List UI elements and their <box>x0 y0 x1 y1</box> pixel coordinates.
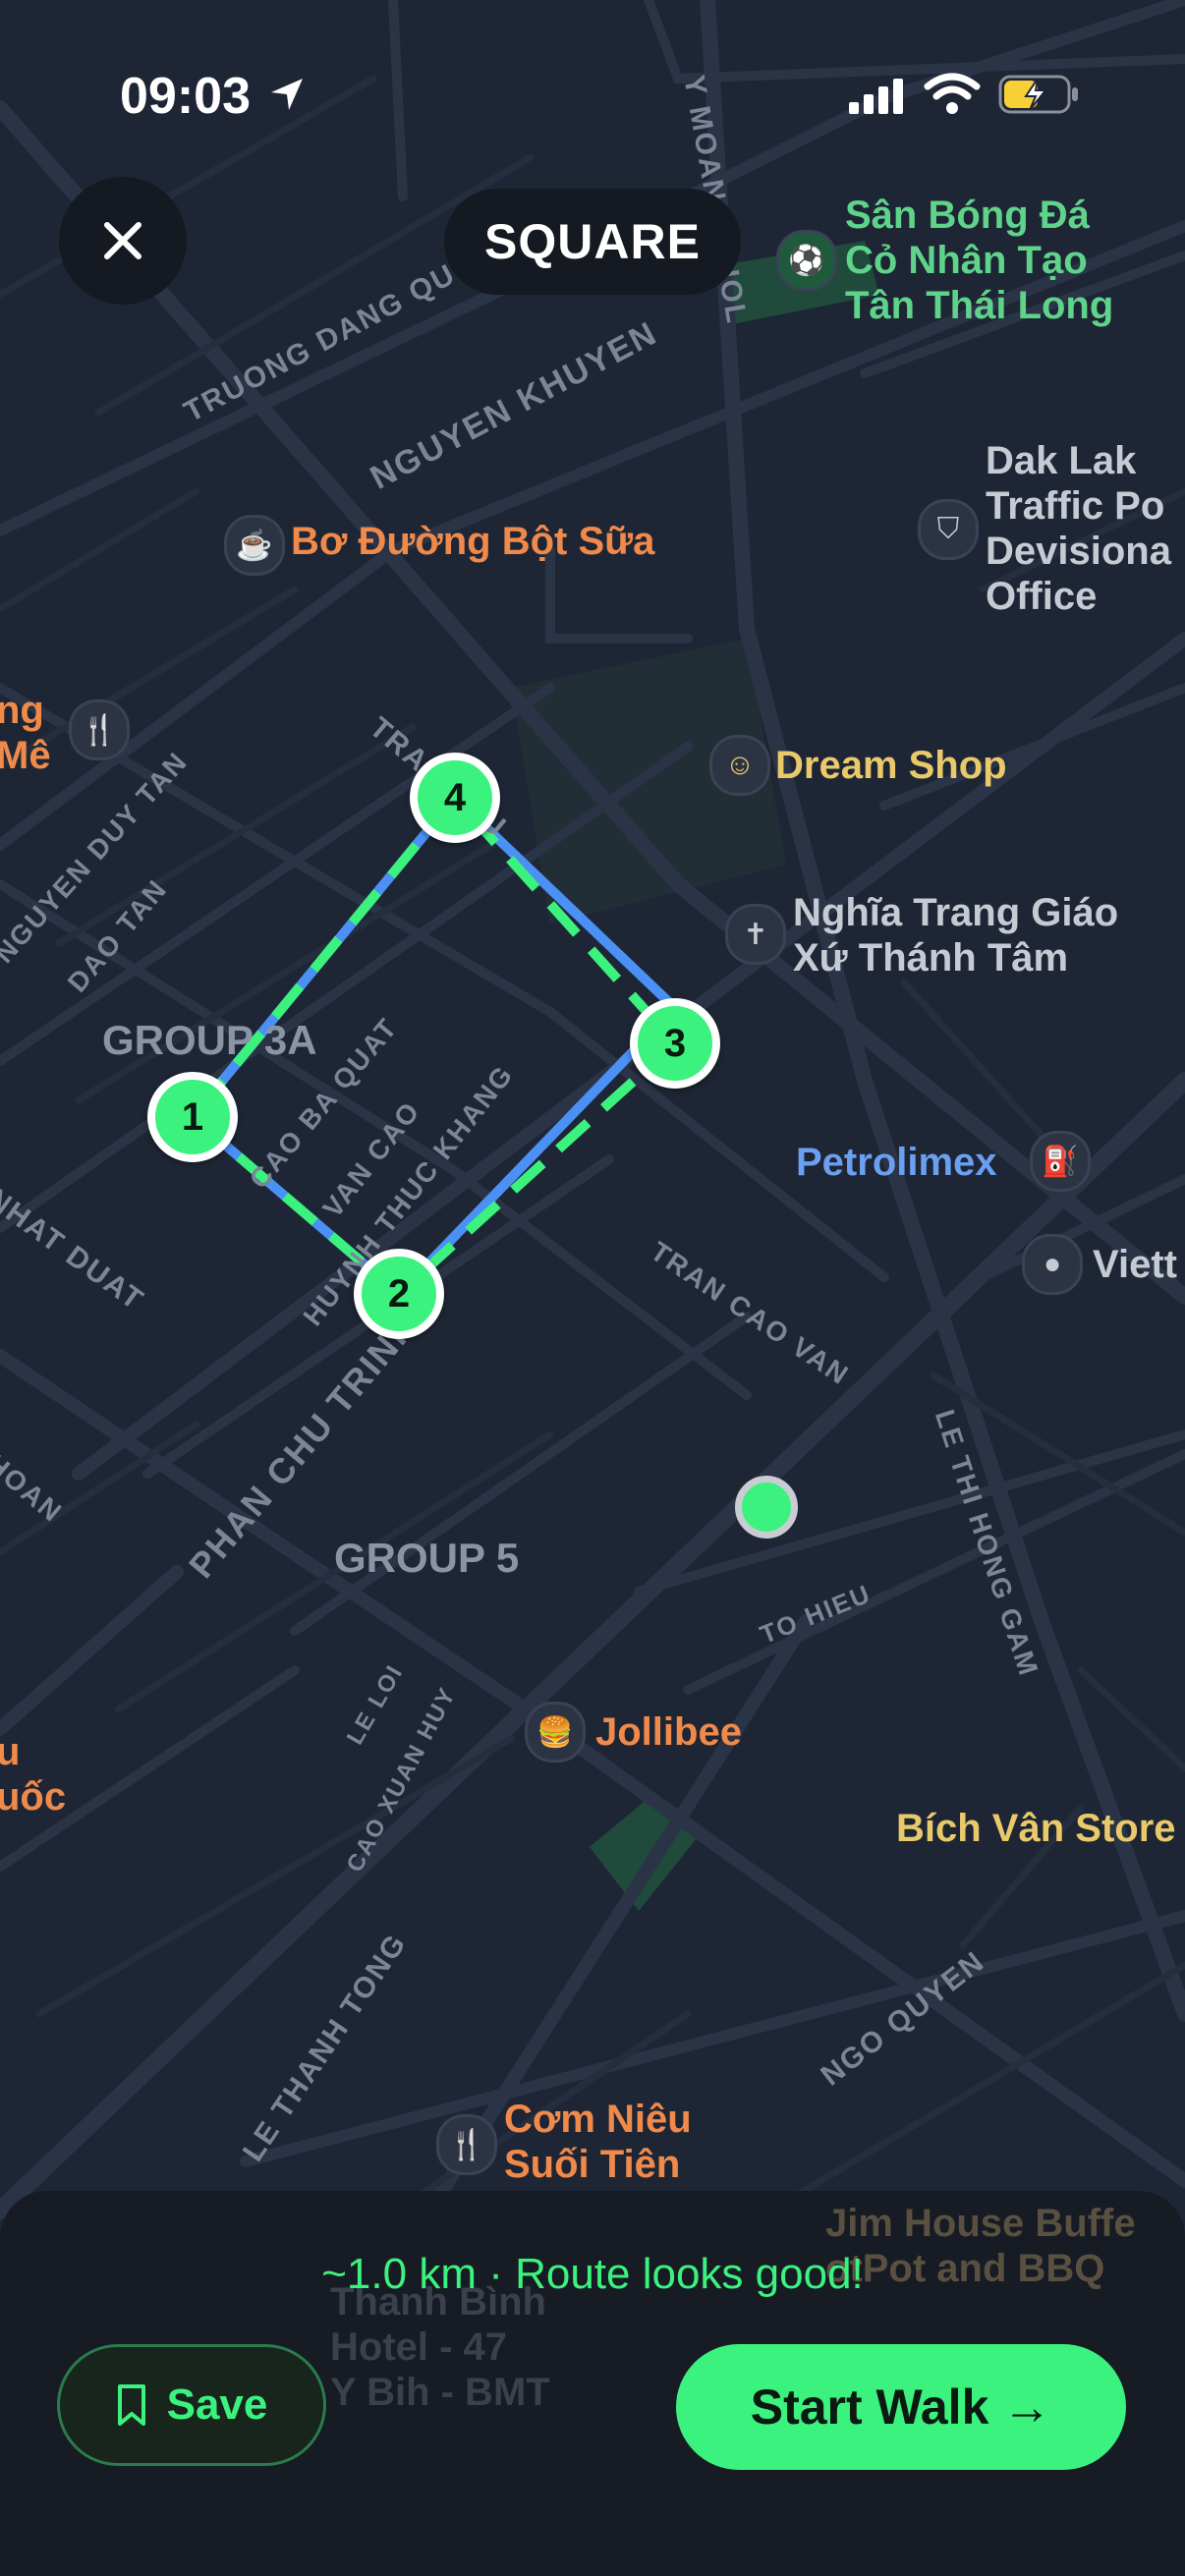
status-bar: 09:03 <box>0 59 1185 138</box>
poi-label-line: Xứ Thánh Tâm <box>793 936 1069 980</box>
poi-label-line: uốc <box>0 1775 67 1819</box>
poi-jollibee[interactable]: Jollibee <box>595 1709 742 1755</box>
location-arrow-icon <box>271 79 303 110</box>
poi-label-line: Devisiona <box>986 530 1171 573</box>
waypoint-marker[interactable]: 4 <box>410 753 500 843</box>
poi-label-line: Y Bih - BMT <box>330 2371 550 2414</box>
poi-label-line: Jim House Buffe <box>825 2202 1136 2245</box>
poi-label-line: Nghĩa Trang Giáo <box>793 891 1119 934</box>
poi-label-line: Hotel - 47 <box>330 2325 508 2369</box>
poi-label-line: Suối Tiên <box>504 2143 681 2186</box>
poi-thanh-binh-behind: Thanh Bình Hotel - 47 Y Bih - BMT <box>330 2279 550 2415</box>
battery-charging-icon <box>998 75 1078 114</box>
save-button[interactable]: Save <box>57 2344 326 2466</box>
restaurant-icon[interactable]: 🍴 <box>69 700 130 760</box>
poi-cemetery[interactable]: Nghĩa Trang Giáo Xứ Thánh Tâm <box>793 890 1118 980</box>
poi-label-line: Mê <box>0 734 51 777</box>
poi-com-nieu-suoi-tien[interactable]: Cơm Niêu Suối Tiên <box>504 2097 692 2187</box>
bookmark-icon <box>117 2384 145 2426</box>
route-bottom-sheet: Jim House Buffe otPot and BBQ Thanh Bình… <box>0 2191 1185 2576</box>
poi-label-line: Tân Thái Long <box>845 284 1114 327</box>
poi-partial-left-2[interactable]: u uốc <box>0 1729 66 1820</box>
poi-label-line: Dak Lak <box>986 439 1137 482</box>
poi-petrolimex[interactable]: Petrolimex <box>796 1140 997 1185</box>
poi-label-line: Sân Bóng Đá <box>845 194 1090 237</box>
close-icon <box>104 222 141 259</box>
start-walk-button[interactable]: Start Walk → <box>676 2344 1126 2470</box>
place-icon[interactable]: ● <box>1022 1234 1083 1295</box>
poi-label-line: Cơm Niêu <box>504 2098 692 2141</box>
robot-icon[interactable]: ☺ <box>709 735 770 796</box>
close-button[interactable] <box>59 177 187 305</box>
poi-label-line: u <box>0 1730 21 1773</box>
fastfood-icon[interactable]: 🍔 <box>525 1702 586 1763</box>
save-label: Save <box>166 2380 268 2429</box>
poi-label-line: ng <box>0 689 44 732</box>
waypoint-marker[interactable]: 3 <box>630 998 720 1089</box>
cellular-signal-icon <box>849 79 903 114</box>
poi-dream-shop[interactable]: Dream Shop <box>775 743 1007 788</box>
current-location-dot <box>735 1476 798 1539</box>
route-summary: ~1.0 km · Route looks good! <box>321 2250 864 2298</box>
waypoint-marker[interactable]: 1 <box>147 1072 238 1162</box>
map-background[interactable] <box>0 0 1185 2576</box>
poi-label-line: Traffic Po <box>986 484 1165 528</box>
waypoint-marker[interactable]: 2 <box>354 1249 444 1339</box>
start-walk-label: Start Walk → <box>750 2380 1052 2435</box>
poi-viett[interactable]: Viett <box>1093 1242 1177 1287</box>
poi-label-line: Office <box>986 575 1098 618</box>
status-time: 09:03 <box>120 68 251 125</box>
shape-type-pill[interactable]: SQUARE <box>444 189 741 295</box>
poi-partial-left[interactable]: ng Mê <box>0 688 51 778</box>
coffee-icon[interactable]: ☕ <box>224 515 285 576</box>
cemetery-icon[interactable]: ✝ <box>725 904 786 965</box>
fuel-icon[interactable]: ⛽ <box>1030 1131 1091 1192</box>
poi-bo-duong-bot-sua[interactable]: Bơ Đường Bột Sữa <box>291 519 654 564</box>
soccer-icon[interactable]: ⚽ <box>776 230 837 291</box>
poi-label-line: Cỏ Nhân Tạo <box>845 239 1088 282</box>
wifi-icon <box>924 73 981 114</box>
restaurant-icon[interactable]: 🍴 <box>436 2114 497 2175</box>
poi-traffic-police[interactable]: Dak Lak Traffic Po Devisiona Office <box>986 438 1171 619</box>
poi-bich-van-store[interactable]: Bích Vân Store <box>896 1806 1176 1851</box>
police-icon[interactable]: ⛉ <box>918 499 979 560</box>
area-label: GROUP 5 <box>334 1535 520 1581</box>
poi-soccer-field[interactable]: Sân Bóng Đá Cỏ Nhân Tạo Tân Thái Long <box>845 193 1113 328</box>
area-label: GROUP 3A <box>102 1017 317 1063</box>
